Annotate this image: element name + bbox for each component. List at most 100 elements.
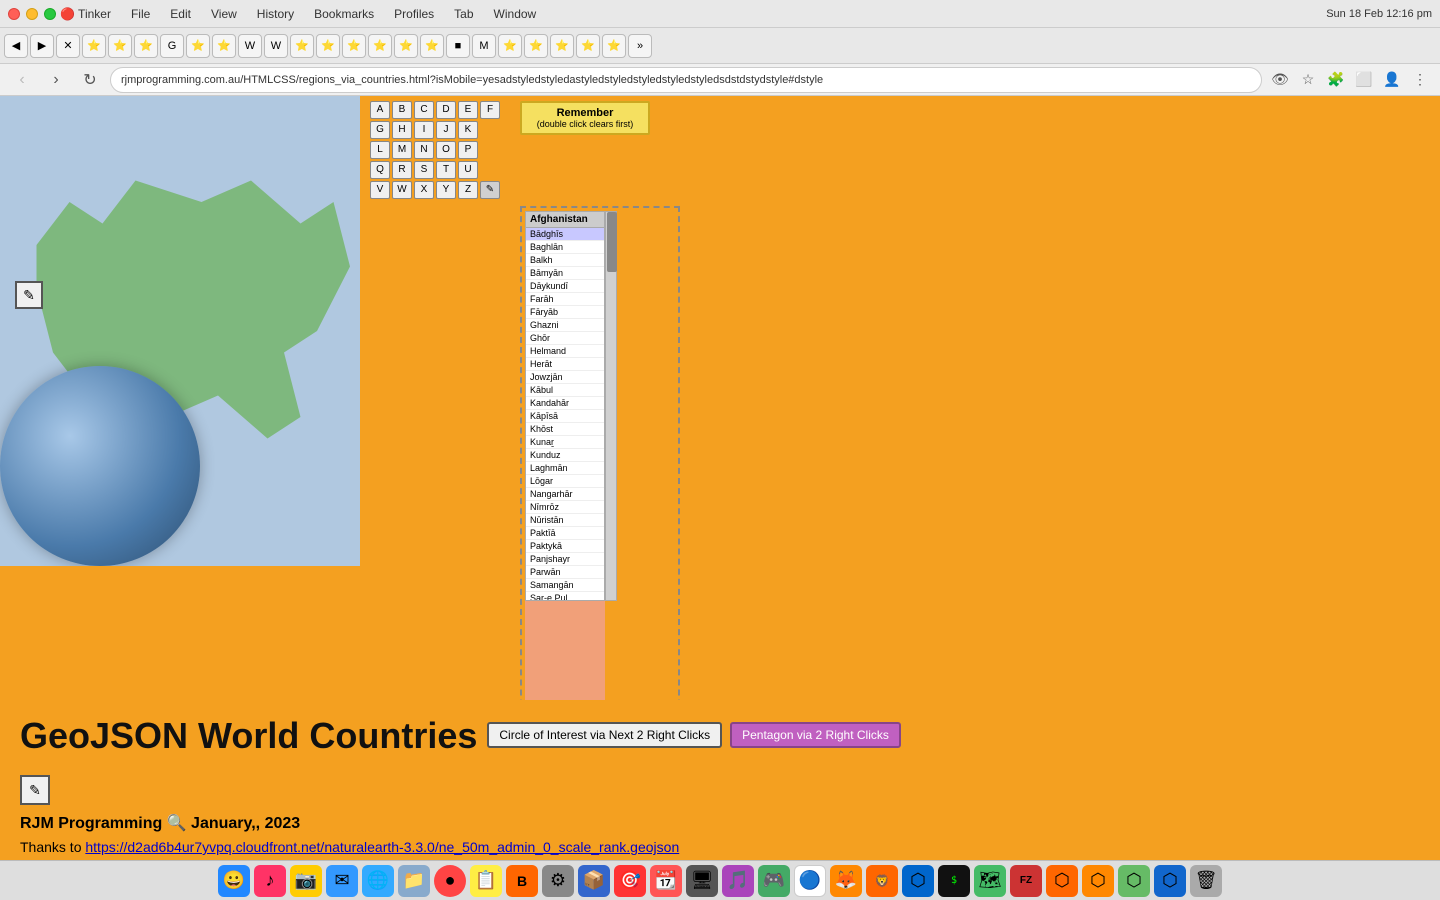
toolbar-btn-19[interactable]: ⭐ — [550, 34, 574, 58]
dock-icon-transmit[interactable]: ⬡ — [1046, 865, 1078, 897]
province-item-bamyan[interactable]: Bāmyān — [526, 267, 604, 280]
province-item-baghlan[interactable]: Baghlān — [526, 241, 604, 254]
dock-icon-finder[interactable]: 😀 — [218, 865, 250, 897]
dock-icon-filezilla[interactable]: FZ — [1010, 865, 1042, 897]
menu-edit[interactable]: Edit — [166, 7, 195, 21]
alpha-D[interactable]: D — [436, 101, 456, 119]
province-item-ghazni[interactable]: Ghazni — [526, 319, 604, 332]
dock-icon-chrome[interactable]: 🔵 — [794, 865, 826, 897]
dock-icon-brave2[interactable]: 🦁 — [866, 865, 898, 897]
alpha-A[interactable]: A — [370, 101, 390, 119]
refresh-button[interactable]: ↻ — [76, 67, 104, 93]
menu-bookmarks[interactable]: Bookmarks — [310, 7, 378, 21]
bookmark-star-icon[interactable]: ☆ — [1296, 68, 1320, 92]
toolbar-btn-12[interactable]: ⭐ — [368, 34, 392, 58]
province-item-panjshayr[interactable]: Panjshayr — [526, 553, 604, 566]
alpha-Z[interactable]: Z — [458, 181, 478, 199]
dock-icon-appstore[interactable]: 📦 — [578, 865, 610, 897]
alpha-N[interactable]: N — [414, 141, 434, 159]
alpha-W[interactable]: W — [392, 181, 412, 199]
dock-icon-virtualbox[interactable]: ⬡ — [1154, 865, 1186, 897]
menu-profiles[interactable]: Profiles — [390, 7, 438, 21]
toolbar-btn-4[interactable]: G — [160, 34, 184, 58]
toolbar-close-tab[interactable]: ✕ — [56, 34, 80, 58]
dock-icon-music[interactable]: ♪ — [254, 865, 286, 897]
menu-file[interactable]: File — [127, 7, 154, 21]
toolbar-btn-15[interactable]: ■ — [446, 34, 470, 58]
alpha-C[interactable]: C — [414, 101, 434, 119]
dock-icon-terminal[interactable]: $ — [938, 865, 970, 897]
dock-icon-sublime[interactable]: ⬡ — [1082, 865, 1114, 897]
pentagon-button[interactable]: Pentagon via 2 Right Clicks — [730, 722, 901, 748]
toolbar-btn-7[interactable]: W — [238, 34, 262, 58]
province-item-herat[interactable]: Herāt — [526, 358, 604, 371]
split-view-icon[interactable]: ⬜ — [1352, 68, 1376, 92]
alpha-G[interactable]: G — [370, 121, 390, 139]
alpha-R[interactable]: R — [392, 161, 412, 179]
toolbar-back[interactable]: ◀ — [4, 34, 28, 58]
remember-box[interactable]: Remember (double click clears first) — [520, 101, 650, 135]
toolbar-expand[interactable]: » — [628, 34, 652, 58]
province-item-kunar[interactable]: Kunaṟ — [526, 436, 604, 449]
dock-icon-red[interactable]: ● — [434, 865, 466, 897]
toolbar-forward[interactable]: ▶ — [30, 34, 54, 58]
province-item-khost[interactable]: Khōst — [526, 423, 604, 436]
countries-list[interactable]: Afghanistan Bādghīs Baghlān Balkh Bāmyān… — [525, 211, 605, 601]
toolbar-btn-9[interactable]: ⭐ — [290, 34, 314, 58]
profile-icon[interactable]: 👤 — [1380, 68, 1404, 92]
alpha-T[interactable]: T — [436, 161, 456, 179]
countries-scrollbar[interactable] — [605, 211, 617, 601]
alpha-M[interactable]: M — [392, 141, 412, 159]
extension-icon[interactable]: 🧩 — [1324, 68, 1348, 92]
toolbar-btn-18[interactable]: ⭐ — [524, 34, 548, 58]
alpha-Y[interactable]: Y — [436, 181, 456, 199]
dock-icon-trash[interactable]: 🗑 — [1190, 865, 1222, 897]
dock-icon-brave[interactable]: B — [506, 865, 538, 897]
province-item-ghor[interactable]: Ghōr — [526, 332, 604, 345]
province-item-nuristan[interactable]: Nūristān — [526, 514, 604, 527]
dock-icon-vscode[interactable]: ⬡ — [902, 865, 934, 897]
dock-icon-game[interactable]: 🎮 — [758, 865, 790, 897]
circle-interest-button[interactable]: Circle of Interest via Next 2 Right Clic… — [487, 722, 722, 748]
province-item-nimroz[interactable]: Nīmrōz — [526, 501, 604, 514]
alpha-E[interactable]: E — [458, 101, 478, 119]
dock-icon-photos[interactable]: 📷 — [290, 865, 322, 897]
dock-icon-files[interactable]: 📁 — [398, 865, 430, 897]
thanks-link[interactable]: https://d2ad6b4ur7yvpq.cloudfront.net/na… — [85, 839, 679, 855]
close-button[interactable] — [8, 8, 20, 20]
alpha-P[interactable]: P — [458, 141, 478, 159]
toolbar-btn-20[interactable]: ⭐ — [576, 34, 600, 58]
alpha-Q[interactable]: Q — [370, 161, 390, 179]
province-item-kapisa[interactable]: Kāpīsā — [526, 410, 604, 423]
alpha-U[interactable]: U — [458, 161, 478, 179]
dock-icon-atom[interactable]: ⬡ — [1118, 865, 1150, 897]
province-item-badghis[interactable]: Bādghīs — [526, 228, 604, 241]
alpha-B[interactable]: B — [392, 101, 412, 119]
dock-icon-podcast[interactable]: 🎵 — [722, 865, 754, 897]
alpha-L[interactable]: L — [370, 141, 390, 159]
alpha-J[interactable]: J — [436, 121, 456, 139]
menu-tab[interactable]: Tab — [450, 7, 477, 21]
province-item-laghman[interactable]: Laghmān — [526, 462, 604, 475]
maximize-button[interactable] — [44, 8, 56, 20]
province-item-logar[interactable]: Lōgar — [526, 475, 604, 488]
alpha-X[interactable]: X — [414, 181, 434, 199]
province-item-kabul[interactable]: Kābul — [526, 384, 604, 397]
dock-icon-notes[interactable]: 📋 — [470, 865, 502, 897]
province-item-nangarhar[interactable]: Nangarhār — [526, 488, 604, 501]
alpha-I[interactable]: I — [414, 121, 434, 139]
province-item-daykundi[interactable]: Dāykundī — [526, 280, 604, 293]
dock-icon-firefox[interactable]: 🦊 — [830, 865, 862, 897]
province-item-helmand[interactable]: Helmand — [526, 345, 604, 358]
alpha-H[interactable]: H — [392, 121, 412, 139]
dock-icon-maps[interactable]: 🗺 — [974, 865, 1006, 897]
province-item-parwan[interactable]: Parwān — [526, 566, 604, 579]
address-input[interactable] — [110, 67, 1262, 93]
toolbar-btn-21[interactable]: ⭐ — [602, 34, 626, 58]
province-item-faryab[interactable]: Fāryāb — [526, 306, 604, 319]
alpha-S[interactable]: S — [414, 161, 434, 179]
province-item-farah[interactable]: Farāh — [526, 293, 604, 306]
toolbar-btn-16[interactable]: M — [472, 34, 496, 58]
scrollbar-thumb[interactable] — [607, 212, 617, 272]
province-item-kunduz[interactable]: Kunduz — [526, 449, 604, 462]
